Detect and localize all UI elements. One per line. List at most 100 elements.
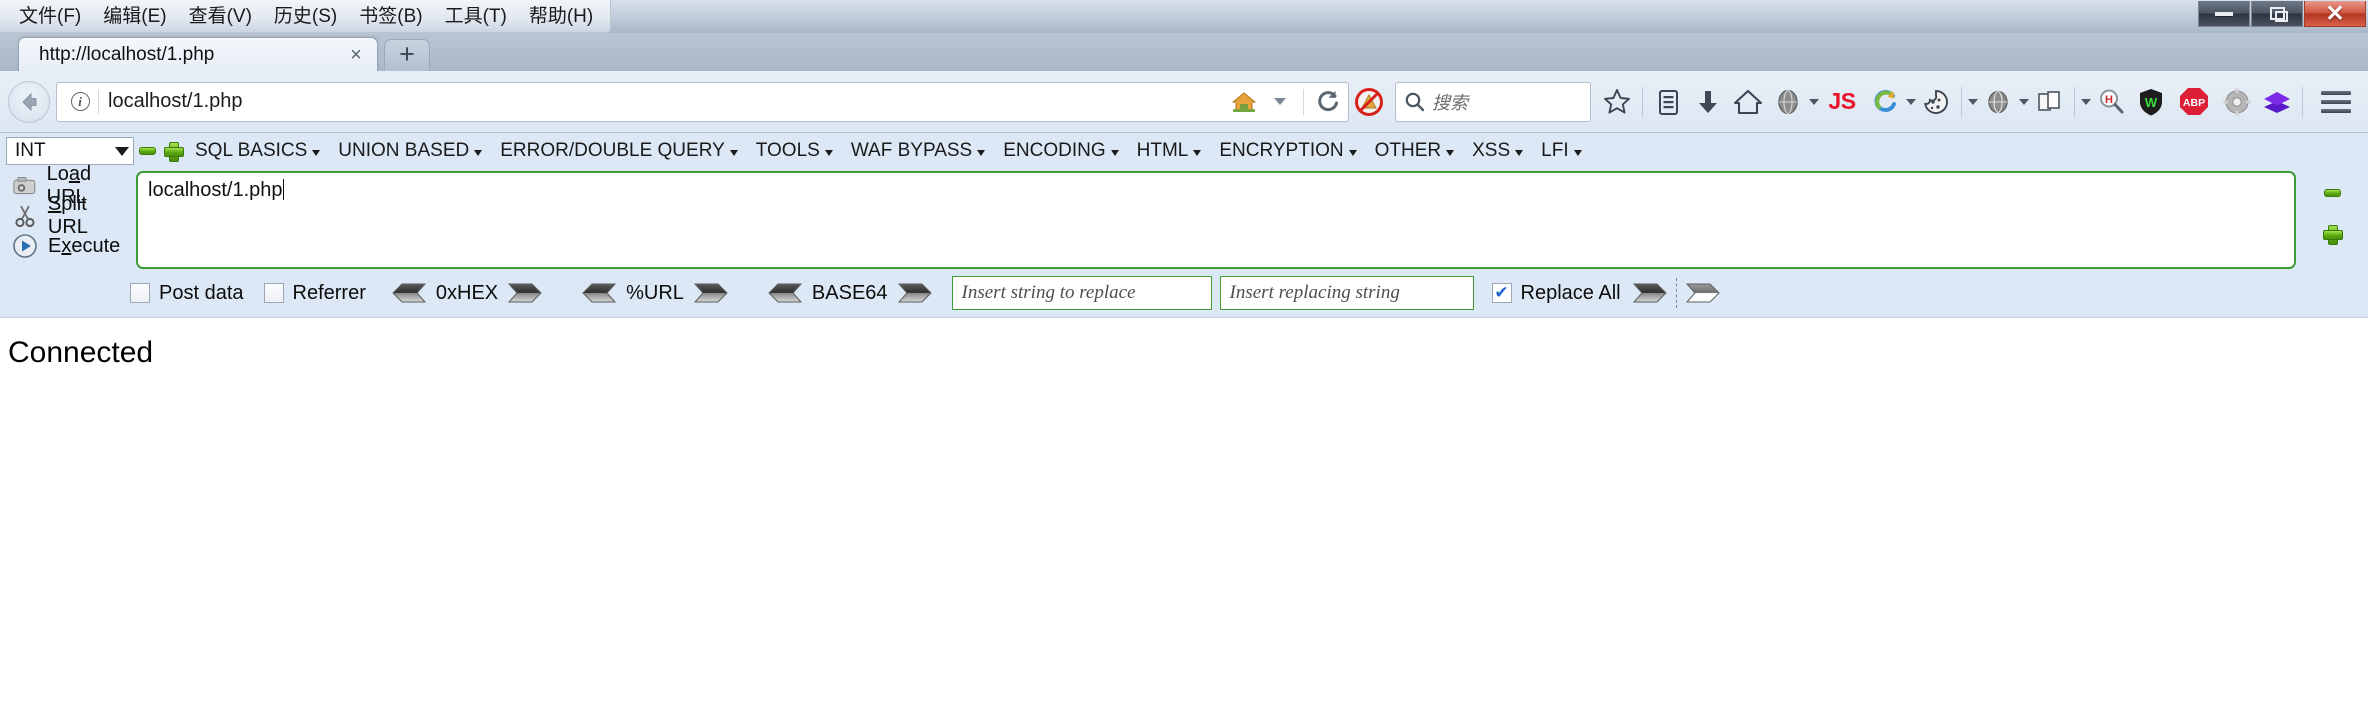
menu-item-help[interactable]: 帮助(H) bbox=[518, 5, 604, 28]
minus-icon bbox=[2323, 189, 2341, 197]
bookmark-star-button[interactable] bbox=[1597, 80, 1637, 124]
menu-label: SQL BASICS bbox=[195, 140, 308, 161]
wot-shield-button[interactable]: W bbox=[2131, 80, 2171, 124]
split-url-button[interactable]: Split URL bbox=[6, 193, 132, 238]
refresh-tools-button[interactable] bbox=[1865, 80, 1905, 124]
url-label: %URL bbox=[626, 281, 684, 304]
hackbar-menu-waf-bypass[interactable]: WAF BYPASS bbox=[842, 137, 994, 165]
hackbar-url-textarea[interactable]: localhost/1.php bbox=[136, 171, 2296, 269]
reload-button[interactable] bbox=[1310, 85, 1344, 119]
restore-icon bbox=[2269, 7, 2288, 22]
search-box[interactable]: 搜索 bbox=[1395, 81, 1591, 122]
hackbar-side-remove-button[interactable] bbox=[2319, 179, 2345, 207]
hackbar-side-add-button[interactable] bbox=[2319, 220, 2345, 248]
hackbar-menu-tools[interactable]: TOOLS bbox=[747, 137, 842, 165]
toolbar-divider bbox=[1303, 88, 1304, 115]
replace-search-placeholder: Insert string to replace bbox=[961, 282, 1136, 303]
chevron-down-icon bbox=[1446, 150, 1455, 156]
cookie-dropdown-icon[interactable] bbox=[1968, 98, 1978, 105]
post-data-option[interactable]: Post data bbox=[130, 282, 250, 305]
hackbar-menu-html[interactable]: HTML bbox=[1128, 137, 1211, 165]
hackbar-remove-button[interactable] bbox=[134, 137, 160, 165]
noscript-button[interactable] bbox=[1349, 80, 1389, 124]
hackbar-type-select[interactable]: INT bbox=[6, 137, 134, 165]
svg-text:H: H bbox=[2105, 94, 2113, 106]
toolbar-separator-2 bbox=[1961, 86, 1962, 117]
split-url-icon bbox=[15, 205, 35, 228]
noscript-blocked-icon bbox=[1355, 87, 1383, 116]
tab-close-icon[interactable]: × bbox=[345, 45, 367, 65]
replace-search-input[interactable]: Insert string to replace bbox=[951, 276, 1212, 310]
proxy-dropdown-icon[interactable] bbox=[2019, 98, 2029, 105]
home-icon bbox=[1231, 91, 1257, 112]
zoom-search-button[interactable]: H bbox=[2091, 80, 2131, 124]
navigation-toolbar: i localhost/1.php 搜索 JS H W ABP bbox=[0, 71, 2368, 133]
url-encode-button[interactable] bbox=[693, 283, 728, 303]
copy-pages-dropdown-icon[interactable] bbox=[2081, 98, 2091, 105]
toolbar-separator-3 bbox=[2074, 86, 2075, 117]
address-bar-divider bbox=[98, 89, 99, 114]
menu-label: TOOLS bbox=[755, 140, 820, 161]
replace-revert-button[interactable] bbox=[1685, 283, 1720, 303]
menu-item-history[interactable]: 历史(S) bbox=[263, 5, 348, 28]
maximize-button[interactable] bbox=[2251, 1, 2303, 27]
javascript-toggle-button[interactable]: JS bbox=[1819, 80, 1865, 124]
downloads-button[interactable] bbox=[1688, 80, 1728, 124]
home-bookmark-button[interactable] bbox=[1227, 85, 1261, 119]
user-agent-dropdown-icon[interactable] bbox=[1809, 98, 1819, 105]
base64-decode-button[interactable] bbox=[768, 283, 802, 303]
adblock-plus-button[interactable]: ABP bbox=[2171, 80, 2217, 124]
cookie-manager-button[interactable] bbox=[1916, 80, 1956, 124]
cookie-manager-icon bbox=[1924, 89, 1948, 114]
referrer-checkbox[interactable] bbox=[263, 283, 284, 303]
menu-item-view[interactable]: 查看(V) bbox=[178, 5, 263, 28]
back-button[interactable] bbox=[8, 80, 50, 123]
replace-apply-button[interactable] bbox=[1632, 283, 1667, 303]
reading-list-button[interactable] bbox=[1648, 80, 1688, 124]
refresh-tools-dropdown-icon[interactable] bbox=[1906, 98, 1916, 105]
execute-button[interactable]: Execute bbox=[6, 231, 132, 261]
tab-title: http://localhost/1.php bbox=[39, 43, 215, 65]
home-dropdown-button[interactable] bbox=[1263, 85, 1297, 119]
url-decode-button[interactable] bbox=[582, 283, 617, 303]
hex-encode-button[interactable] bbox=[508, 283, 542, 303]
chevron-down-icon bbox=[729, 150, 738, 156]
hex-decode-button[interactable] bbox=[392, 283, 426, 303]
minimize-button[interactable] bbox=[2198, 1, 2250, 27]
menu-item-file[interactable]: 文件(F) bbox=[8, 5, 92, 28]
hackbar-add-button[interactable] bbox=[160, 137, 186, 165]
menu-label: HTML bbox=[1136, 140, 1189, 161]
execute-icon bbox=[13, 234, 37, 258]
replace-all-option[interactable]: ✔ Replace All bbox=[1491, 282, 1627, 305]
menu-item-edit[interactable]: 编辑(E) bbox=[92, 5, 177, 28]
address-bar[interactable]: i localhost/1.php bbox=[56, 81, 1349, 122]
hackbar-menu-xss[interactable]: XSS bbox=[1463, 137, 1532, 165]
layers-button[interactable] bbox=[2257, 80, 2297, 124]
hackbar-menu-other[interactable]: OTHER bbox=[1366, 137, 1464, 165]
replace-with-input[interactable]: Insert replacing string bbox=[1219, 276, 1474, 310]
hackbar-menu-encoding[interactable]: ENCODING bbox=[994, 137, 1127, 165]
site-identity-button[interactable]: i bbox=[67, 89, 93, 115]
browser-tab-active[interactable]: http://localhost/1.php × bbox=[18, 37, 378, 71]
hackbar-menu-encryption[interactable]: ENCRYPTION bbox=[1210, 137, 1365, 165]
new-tab-button[interactable]: + bbox=[384, 39, 430, 71]
user-agent-icon bbox=[1778, 89, 1798, 114]
copy-pages-button[interactable] bbox=[2029, 80, 2069, 124]
post-data-checkbox[interactable] bbox=[130, 283, 150, 303]
referrer-option[interactable]: Referrer bbox=[263, 282, 372, 305]
hamburger-line-2 bbox=[2321, 99, 2351, 104]
settings-gear-button[interactable] bbox=[2217, 80, 2257, 124]
user-agent-button[interactable] bbox=[1768, 80, 1808, 124]
hackbar-menu-error-double-query[interactable]: ERROR/DOUBLE QUERY bbox=[491, 137, 747, 165]
hackbar-menu-lfi[interactable]: LFI bbox=[1532, 137, 1590, 165]
hackbar-menu-sql-basics[interactable]: SQL BASICS bbox=[186, 137, 329, 165]
close-button[interactable]: ✕ bbox=[2304, 1, 2366, 27]
proxy-button[interactable] bbox=[1978, 80, 2018, 124]
menu-item-bookmarks[interactable]: 书签(B) bbox=[348, 5, 433, 28]
base64-encode-button[interactable] bbox=[897, 283, 932, 303]
menu-item-tools[interactable]: 工具(T) bbox=[434, 5, 518, 28]
home-button[interactable] bbox=[1728, 80, 1768, 124]
hackbar-menu-union-based[interactable]: UNION BASED bbox=[329, 137, 491, 165]
replace-all-checkbox[interactable]: ✔ bbox=[1491, 283, 1512, 303]
menu-hamburger-icon[interactable] bbox=[2316, 90, 2356, 113]
